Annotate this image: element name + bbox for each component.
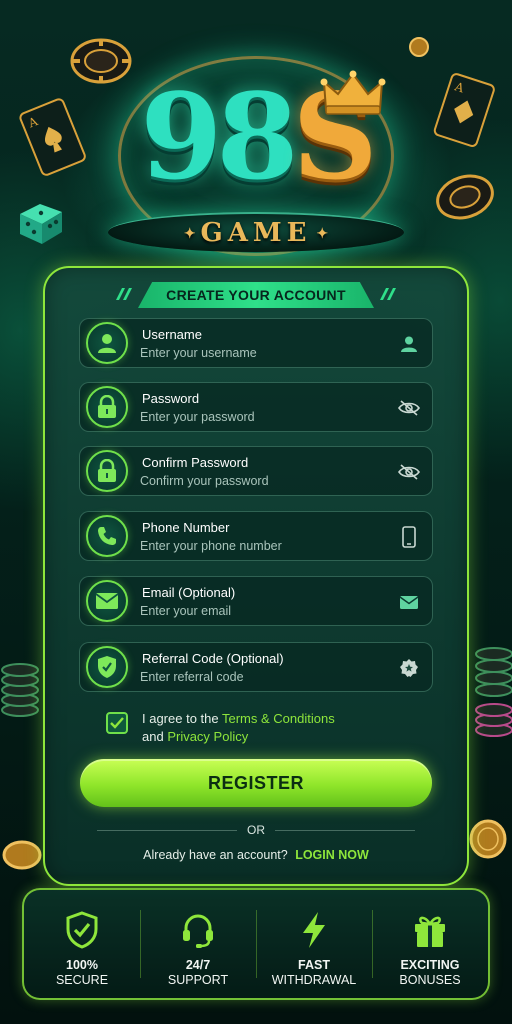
feature-support-line2: SUPPORT xyxy=(167,973,229,987)
email-field[interactable]: Email (Optional) xyxy=(79,576,433,626)
shield-check-icon xyxy=(86,646,128,688)
terms-checkbox[interactable] xyxy=(106,712,128,734)
mail-icon xyxy=(398,591,420,613)
phone-label: Phone Number xyxy=(142,520,230,535)
referral-field[interactable]: Referral Code (Optional) xyxy=(79,642,433,692)
feature-withdrawal-line1: FAST xyxy=(298,958,330,972)
password-input[interactable] xyxy=(140,408,380,426)
feature-withdrawal: FAST WITHDRAWAL xyxy=(256,890,372,998)
banner-stripes-left xyxy=(116,288,132,300)
privacy-link[interactable]: Privacy Policy xyxy=(167,729,248,744)
feature-support: 24/7 SUPPORT xyxy=(140,890,256,998)
eye-off-icon[interactable] xyxy=(398,461,420,483)
lightning-icon xyxy=(303,912,325,948)
eye-off-icon[interactable] xyxy=(398,397,420,419)
brand-subtitle-text: GAME xyxy=(200,218,312,248)
user-icon xyxy=(86,322,128,364)
chip-stack-icon xyxy=(1,663,39,717)
banner-stripes-right xyxy=(380,288,396,300)
mail-icon xyxy=(86,580,128,622)
confirm-password-field[interactable]: Confirm Password xyxy=(79,446,433,496)
login-prompt-row: Already have an account? LOGIN NOW xyxy=(0,848,512,862)
feature-bonuses-line2: BONUSES xyxy=(399,973,461,987)
brand-subtitle: ✦ GAME ✦ xyxy=(183,218,329,248)
phone-input[interactable] xyxy=(140,537,380,555)
chip-stack-icon xyxy=(475,647,512,737)
feature-bonuses: EXCITING BONUSES xyxy=(372,890,488,998)
confirm-password-label: Confirm Password xyxy=(142,455,249,470)
terms-text: I agree to the Terms & Conditions and Pr… xyxy=(142,710,402,746)
gold-coin-icon xyxy=(409,37,429,57)
email-label: Email (Optional) xyxy=(142,585,236,600)
or-label: OR xyxy=(247,823,265,837)
user-icon xyxy=(398,333,420,355)
terms-link[interactable]: Terms & Conditions xyxy=(222,711,335,726)
username-field[interactable]: Username xyxy=(79,318,433,368)
password-label: Password xyxy=(142,391,200,406)
terms-middle: and xyxy=(142,729,168,744)
login-now-link[interactable]: LOGIN NOW xyxy=(295,848,369,862)
feature-bonuses-line1: EXCITING xyxy=(400,958,460,972)
username-label: Username xyxy=(142,327,202,342)
password-field[interactable]: Password xyxy=(79,382,433,432)
lock-icon xyxy=(86,386,128,428)
referral-input[interactable] xyxy=(140,668,380,686)
mobile-icon xyxy=(398,526,420,548)
phone-icon xyxy=(86,515,128,557)
badge-star-icon xyxy=(398,657,420,679)
or-divider: OR xyxy=(97,822,415,838)
feature-support-line1: 24/7 xyxy=(185,958,211,972)
lock-icon xyxy=(86,450,128,492)
feature-secure-line2: SECURE xyxy=(55,973,109,987)
headset-icon xyxy=(183,914,213,948)
shield-check-icon xyxy=(66,911,98,949)
feature-secure: 100% SECURE xyxy=(24,890,140,998)
login-prompt: Already have an account? xyxy=(143,848,288,862)
gift-icon xyxy=(415,916,445,947)
confirm-password-input[interactable] xyxy=(140,472,380,490)
email-input[interactable] xyxy=(140,602,380,620)
feature-secure-line1: 100% xyxy=(66,958,98,972)
feature-withdrawal-line2: WITHDRAWAL xyxy=(271,973,357,987)
crown-icon xyxy=(320,70,386,115)
referral-label: Referral Code (Optional) xyxy=(142,651,284,666)
username-input[interactable] xyxy=(140,344,380,362)
divider-line xyxy=(275,829,415,831)
terms-prefix: I agree to the xyxy=(142,711,222,726)
register-button[interactable]: REGISTER xyxy=(80,759,432,807)
logo-number: 98 xyxy=(140,67,298,206)
phone-field[interactable]: Phone Number xyxy=(79,511,433,561)
form-title: CREATE YOUR ACCOUNT xyxy=(138,282,374,308)
brand-logo: 98S xyxy=(0,78,512,196)
divider-line xyxy=(97,829,237,831)
features-bar: 100% SECURE 24/7 SUPPORT FAST WITHDRAWAL EX… xyxy=(22,888,490,1000)
